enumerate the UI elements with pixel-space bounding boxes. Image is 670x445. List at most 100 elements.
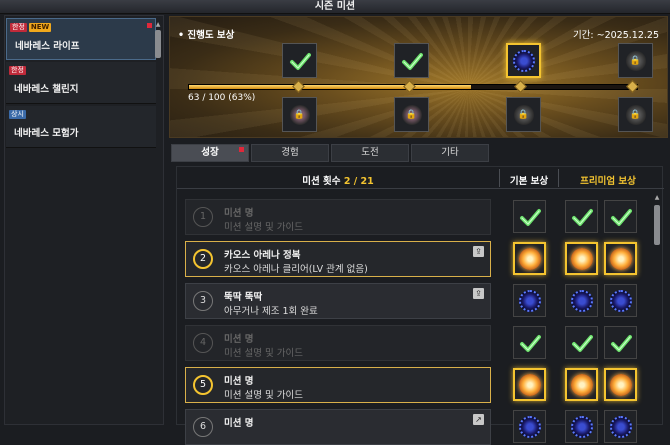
gear-reward-icon (570, 415, 593, 438)
mission-column-header: 미션 횟수 2 / 21 기본 보상 프리미엄 보상 (177, 167, 664, 189)
progress-reward-banner: • 진행도 보상 기간: ~2025.12.25 🔒 🔒 🔒 🔒 🔒 63 / 100… (169, 16, 668, 138)
lock-icon: 🔒 (289, 104, 310, 125)
basic-reward-cell[interactable] (513, 242, 546, 275)
mission-count: 미션 횟수 2 / 21 (302, 176, 374, 187)
mission-scrollbar[interactable]: ▲ (654, 195, 660, 425)
tab-label: 도전 (361, 147, 379, 158)
gear-reward-icon (512, 49, 535, 72)
gear-reward-icon (518, 289, 541, 312)
premium-reward-cell[interactable] (604, 368, 637, 401)
sidebar-scrollbar[interactable]: ▲ (155, 22, 161, 422)
orb-reward-icon (570, 373, 593, 396)
premium-reward-cell[interactable] (604, 242, 637, 275)
tab[interactable]: 경험 (251, 144, 329, 162)
notification-dot (239, 147, 244, 152)
sidebar-item-label: 네바레스 라이프 (15, 41, 80, 52)
premium-reward-cell[interactable] (604, 326, 637, 359)
mission-row[interactable]: 3 뚝딱 뚝딱 아무거나 제조 1회 완료 ⇪ (185, 283, 491, 319)
premium-reward-header: 프리미엄 보상 (580, 176, 636, 187)
premium-reward-cell[interactable] (565, 284, 598, 317)
premium-reward-cell[interactable] (604, 410, 637, 443)
mission-number: 4 (193, 333, 213, 353)
progress-reward-slot[interactable] (506, 43, 541, 78)
lock-icon: 🔒 (625, 50, 646, 71)
premium-reward-cell[interactable] (565, 242, 598, 275)
mission-title: 미션 명 (224, 418, 254, 429)
tab-label: 경험 (281, 147, 299, 158)
premium-progress-reward-slot[interactable]: 🔒 (394, 97, 429, 132)
premium-progress-reward-slot[interactable]: 🔒 (282, 97, 317, 132)
mission-category-list: 한정 NEW 네바레스 라이프한정 네바레스 챌린지 상시 네바레스 모험가 ▲ (4, 15, 164, 425)
tab-label: 성장 (201, 147, 219, 158)
premium-reward-cell[interactable] (565, 200, 598, 233)
mission-title: 미션 명 (224, 376, 254, 387)
mission-number: 2 (193, 249, 213, 269)
progress-reward-slot[interactable] (394, 43, 429, 78)
premium-reward-cell[interactable] (565, 368, 598, 401)
check-icon (610, 332, 632, 354)
progress-text: 63 / 100 (63%) (188, 93, 256, 103)
tab[interactable]: 성장 (171, 144, 249, 162)
basic-reward-cell[interactable] (513, 326, 546, 359)
basic-reward-cell[interactable] (513, 200, 546, 233)
gear-reward-icon (609, 415, 632, 438)
progress-reward-slot[interactable] (282, 43, 317, 78)
premium-progress-reward-slot[interactable]: 🔒 (618, 97, 653, 132)
goto-icon[interactable]: ⇪ (473, 288, 484, 299)
premium-reward-cell[interactable] (565, 326, 598, 359)
tag-badge: 상시 (9, 110, 26, 119)
mission-description: 미션 설명 및 가이드 (224, 348, 303, 359)
mission-panel: 미션 횟수 2 / 21 기본 보상 프리미엄 보상 1 미션 명 미션 설명 및 … (176, 166, 664, 445)
progress-bar (188, 80, 639, 93)
tab[interactable]: 도전 (331, 144, 409, 162)
tag-badge: NEW (28, 23, 52, 32)
check-icon (519, 206, 541, 228)
basic-reward-header: 기본 보상 (509, 176, 549, 187)
mission-row[interactable]: 5 미션 명미션 설명 및 가이드 (185, 367, 491, 403)
premium-reward-cell[interactable] (604, 284, 637, 317)
mission-row[interactable]: 1 미션 명 미션 설명 및 가이드 (185, 199, 491, 235)
mission-number: 5 (193, 375, 213, 395)
mission-row[interactable]: 2 카오스 아레나 정복 카오스 아레나 클리어(LV 관계 없음) ⇪ (185, 241, 491, 277)
premium-progress-reward-slot[interactable]: 🔒 (506, 97, 541, 132)
orb-reward-icon (609, 373, 632, 396)
window-title: 시즌 미션 (0, 0, 670, 14)
basic-reward-cell[interactable] (513, 284, 546, 317)
scroll-up-icon[interactable]: ▲ (155, 22, 161, 28)
mission-description: 미션 설명 및 가이드 (224, 390, 303, 401)
tab[interactable]: 기타 (411, 144, 489, 162)
goto-icon[interactable]: ↗ (473, 414, 484, 425)
notification-dot (147, 23, 152, 28)
mission-row[interactable]: 4 미션 명 미션 설명 및 가이드 (185, 325, 491, 361)
check-icon (610, 206, 632, 228)
progress-reward-slot[interactable]: 🔒 (618, 43, 653, 78)
premium-reward-cell[interactable] (604, 200, 637, 233)
gear-reward-icon (518, 415, 541, 438)
scroll-thumb[interactable] (654, 205, 660, 245)
scroll-thumb[interactable] (155, 30, 161, 58)
mission-number: 3 (193, 291, 213, 311)
check-icon (571, 332, 593, 354)
sidebar-item[interactable]: 상시 네바레스 모험가 (6, 106, 156, 148)
gear-reward-icon (570, 289, 593, 312)
orb-reward-icon (570, 247, 593, 270)
lock-icon: 🔒 (625, 104, 646, 125)
tag-badge: 한정 (10, 23, 27, 32)
premium-reward-cell[interactable] (565, 410, 598, 443)
orb-reward-icon (518, 373, 541, 396)
mission-row[interactable]: 6 미션 명 ↗ (185, 409, 491, 445)
check-icon (401, 50, 423, 72)
basic-reward-cell[interactable] (513, 410, 546, 443)
mission-number: 6 (193, 417, 213, 437)
sidebar-item[interactable]: 한정 NEW 네바레스 라이프 (6, 18, 156, 60)
mission-title: 뚝딱 뚝딱 (224, 292, 263, 303)
tab-label: 기타 (441, 147, 459, 158)
basic-reward-cell[interactable] (513, 368, 546, 401)
mission-description: 카오스 아레나 클리어(LV 관계 없음) (224, 264, 368, 275)
orb-reward-icon (518, 247, 541, 270)
sidebar-item[interactable]: 한정 네바레스 챌린지 (6, 62, 156, 104)
check-icon (519, 332, 541, 354)
goto-icon[interactable]: ⇪ (473, 246, 484, 257)
scroll-up-icon[interactable]: ▲ (654, 195, 660, 201)
sidebar-item-label: 네바레스 챌린지 (14, 84, 79, 95)
